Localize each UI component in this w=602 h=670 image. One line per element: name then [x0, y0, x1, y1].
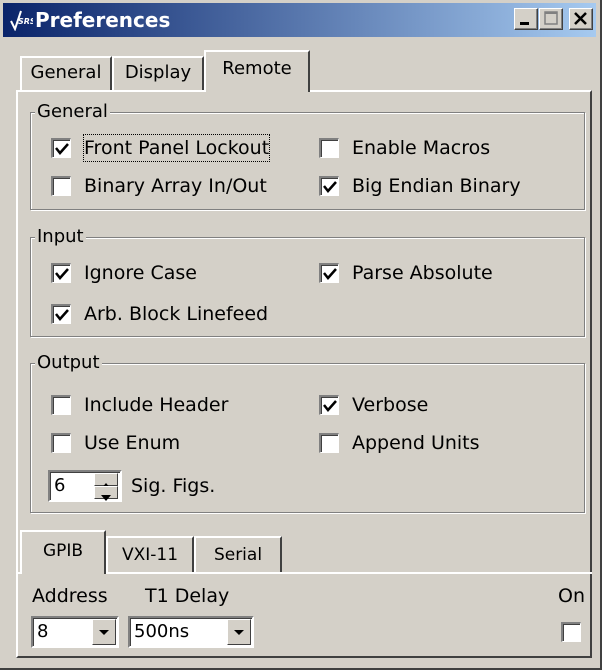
- front-panel-lockout-box[interactable]: [51, 138, 71, 158]
- big-endian-label: Big Endian Binary: [352, 175, 521, 197]
- arb-block-linefeed-box[interactable]: [51, 304, 71, 324]
- tab-display[interactable]: Display: [112, 56, 204, 90]
- tab-remote[interactable]: Remote: [204, 50, 310, 92]
- ignore-case-checkbox[interactable]: Ignore Case: [51, 260, 311, 286]
- append-units-checkbox[interactable]: Append Units: [319, 430, 559, 456]
- tab-remote-label: Remote: [222, 58, 292, 79]
- include-header-checkbox[interactable]: Include Header: [51, 392, 311, 418]
- tab-display-label: Display: [124, 62, 192, 83]
- gpib-on-checkbox[interactable]: [561, 622, 581, 642]
- window-title: Preferences: [35, 8, 171, 32]
- big-endian-box[interactable]: [319, 176, 339, 196]
- sig-figs-up-button[interactable]: [94, 473, 118, 489]
- tab-vxi11[interactable]: VXI-11: [106, 536, 194, 572]
- arb-block-linefeed-checkbox[interactable]: Arb. Block Linefeed: [51, 301, 311, 327]
- minimize-button[interactable]: [514, 8, 538, 30]
- tab-gpib[interactable]: GPIB: [20, 530, 106, 574]
- t1-delay-dropdown[interactable]: 500ns: [128, 616, 254, 648]
- t1-delay-dropdown-button[interactable]: [227, 619, 251, 645]
- ignore-case-box[interactable]: [51, 263, 71, 283]
- address-label: Address: [32, 585, 108, 607]
- general-group-title: General: [35, 100, 110, 124]
- big-endian-checkbox[interactable]: Big Endian Binary: [319, 173, 559, 199]
- binary-array-checkbox[interactable]: Binary Array In/Out: [51, 173, 311, 199]
- sig-figs-down-button[interactable]: [94, 486, 118, 501]
- use-enum-checkbox[interactable]: Use Enum: [51, 430, 311, 456]
- tab-vxi11-label: VXI-11: [121, 545, 179, 565]
- input-group: Input Ignore Case Parse Absolute Arb. Bl…: [30, 225, 585, 337]
- address-dropdown-button[interactable]: [92, 619, 116, 645]
- sig-figs-spinner[interactable]: 6: [48, 470, 122, 502]
- address-value: 8: [37, 621, 49, 642]
- enable-macros-box[interactable]: [319, 138, 339, 158]
- minimize-icon: [520, 22, 529, 25]
- include-header-box[interactable]: [51, 395, 71, 415]
- title-bar[interactable]: SRS Preferences: [3, 3, 596, 37]
- front-panel-lockout-label: Front Panel Lockout: [82, 134, 271, 162]
- parse-absolute-box[interactable]: [319, 263, 339, 283]
- output-group-title: Output: [35, 351, 102, 375]
- binary-array-label: Binary Array In/Out: [84, 175, 267, 197]
- t1-delay-label: T1 Delay: [145, 585, 230, 607]
- check-icon: [323, 268, 337, 280]
- maximize-icon: [544, 11, 558, 25]
- front-panel-lockout-checkbox[interactable]: Front Panel Lockout: [51, 134, 311, 162]
- arrow-down-icon: [101, 495, 111, 501]
- preferences-window: SRS Preferences General Display Remote G…: [0, 0, 602, 670]
- parse-absolute-label: Parse Absolute: [352, 262, 493, 284]
- chevron-down-icon: [234, 630, 244, 635]
- check-icon: [55, 309, 69, 321]
- use-enum-label: Use Enum: [84, 432, 181, 454]
- verbose-checkbox[interactable]: Verbose: [319, 392, 559, 418]
- check-icon: [55, 268, 69, 280]
- chevron-down-icon: [99, 630, 109, 635]
- use-enum-box[interactable]: [51, 433, 71, 453]
- verbose-label: Verbose: [352, 394, 429, 416]
- tab-general-label: General: [30, 62, 102, 83]
- tab-general[interactable]: General: [20, 56, 112, 90]
- check-icon: [55, 143, 69, 155]
- check-icon: [323, 400, 337, 412]
- maximize-button[interactable]: [539, 8, 563, 30]
- svg-text:SRS: SRS: [18, 17, 33, 26]
- enable-macros-label: Enable Macros: [352, 137, 491, 159]
- close-icon: [574, 12, 587, 25]
- tab-serial-label: Serial: [213, 545, 263, 565]
- include-header-label: Include Header: [84, 394, 229, 416]
- srs-logo-icon: SRS: [9, 9, 36, 32]
- on-label: On: [558, 585, 585, 607]
- ignore-case-label: Ignore Case: [84, 262, 197, 284]
- arb-block-linefeed-label: Arb. Block Linefeed: [84, 303, 269, 325]
- sig-figs-label: Sig. Figs.: [131, 475, 216, 497]
- close-button[interactable]: [569, 8, 593, 30]
- verbose-box[interactable]: [319, 395, 339, 415]
- tab-gpib-label: GPIB: [42, 541, 84, 561]
- append-units-box[interactable]: [319, 433, 339, 453]
- parse-absolute-checkbox[interactable]: Parse Absolute: [319, 260, 559, 286]
- sig-figs-value: 6: [54, 475, 66, 496]
- output-group: Output Include Header Verbose Use Enum A…: [30, 351, 585, 513]
- general-group: General Front Panel Lockout Enable Macro…: [30, 100, 585, 210]
- tab-serial[interactable]: Serial: [194, 536, 282, 572]
- t1-delay-value: 500ns: [134, 621, 190, 642]
- enable-macros-checkbox[interactable]: Enable Macros: [319, 135, 559, 161]
- append-units-label: Append Units: [352, 432, 480, 454]
- input-group-title: Input: [35, 225, 86, 249]
- binary-array-box[interactable]: [51, 176, 71, 196]
- address-dropdown[interactable]: 8: [31, 616, 119, 648]
- check-icon: [323, 181, 337, 193]
